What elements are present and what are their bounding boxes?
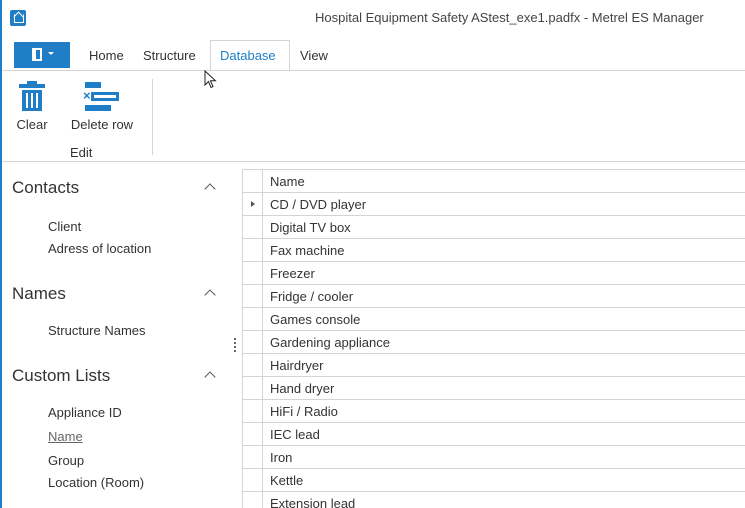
current-row-arrow-icon bbox=[251, 201, 255, 207]
chevron-up-icon[interactable] bbox=[204, 371, 216, 383]
chevron-up-icon[interactable] bbox=[204, 183, 216, 195]
row-selector[interactable] bbox=[243, 216, 263, 238]
trash-icon bbox=[19, 81, 45, 111]
table-row[interactable]: IEC lead bbox=[243, 423, 745, 446]
clear-button[interactable]: Clear bbox=[12, 81, 52, 132]
row-selector[interactable] bbox=[243, 446, 263, 468]
file-menu-button[interactable] bbox=[14, 42, 70, 68]
table-cell-name[interactable]: Hairdryer bbox=[270, 358, 323, 373]
table-row[interactable]: Iron bbox=[243, 446, 745, 469]
table-row[interactable]: HiFi / Radio bbox=[243, 400, 745, 423]
table-cell-name[interactable]: IEC lead bbox=[270, 427, 320, 442]
table-row[interactable]: Digital TV box bbox=[243, 216, 745, 239]
sidebar: Contacts Client Adress of location Names… bbox=[2, 163, 242, 508]
row-selector[interactable] bbox=[243, 262, 263, 284]
table-cell-name[interactable]: Freezer bbox=[270, 266, 315, 281]
row-selector[interactable] bbox=[243, 469, 263, 491]
app-home-icon[interactable] bbox=[10, 10, 26, 26]
grid-header-row: Name bbox=[243, 170, 745, 193]
table-row[interactable]: Kettle bbox=[243, 469, 745, 492]
column-header-name[interactable]: Name bbox=[270, 174, 305, 189]
sidebar-item-structure-names[interactable]: Structure Names bbox=[48, 323, 146, 338]
title-bar: Hospital Equipment Safety AStest_exe1.pa… bbox=[2, 0, 745, 36]
row-selector[interactable] bbox=[243, 492, 263, 508]
section-title-contacts[interactable]: Contacts bbox=[12, 178, 79, 198]
clear-button-label: Clear bbox=[16, 117, 48, 132]
table-row[interactable]: Freezer bbox=[243, 262, 745, 285]
app-window: Hospital Equipment Safety AStest_exe1.pa… bbox=[0, 0, 745, 508]
table-row[interactable]: Fridge / cooler bbox=[243, 285, 745, 308]
delete-row-button-label: Delete row bbox=[70, 117, 134, 132]
row-selector[interactable] bbox=[243, 423, 263, 445]
tab-home[interactable]: Home bbox=[89, 48, 124, 63]
row-selector[interactable] bbox=[243, 285, 263, 307]
table-cell-name[interactable]: Extension lead bbox=[270, 496, 355, 508]
table-row[interactable]: Hairdryer bbox=[243, 354, 745, 377]
ribbon-panel: Clear × Delete row Edit bbox=[2, 70, 745, 162]
sidebar-item-appliance-id[interactable]: Appliance ID bbox=[48, 405, 122, 420]
row-selector[interactable] bbox=[243, 354, 263, 376]
sidebar-item-name[interactable]: Name bbox=[48, 429, 83, 444]
chevron-down-icon bbox=[48, 52, 54, 55]
row-selector[interactable] bbox=[243, 377, 263, 399]
file-menu-icon bbox=[32, 48, 42, 61]
table-cell-name[interactable]: CD / DVD player bbox=[270, 197, 366, 212]
table-cell-name[interactable]: Hand dryer bbox=[270, 381, 334, 396]
sidebar-item-location-room[interactable]: Location (Room) bbox=[48, 475, 144, 490]
sidebar-item-client[interactable]: Client bbox=[48, 219, 81, 234]
section-title-custom-lists[interactable]: Custom Lists bbox=[12, 366, 110, 386]
row-selector[interactable] bbox=[243, 331, 263, 353]
row-selector[interactable] bbox=[243, 308, 263, 330]
mouse-cursor-icon bbox=[204, 70, 217, 89]
table-cell-name[interactable]: Games console bbox=[270, 312, 360, 327]
table-cell-name[interactable]: Iron bbox=[270, 450, 292, 465]
window-title: Hospital Equipment Safety AStest_exe1.pa… bbox=[315, 10, 704, 25]
chevron-up-icon[interactable] bbox=[204, 289, 216, 301]
delete-row-button[interactable]: × Delete row bbox=[58, 81, 146, 132]
ribbon-group-label: Edit bbox=[70, 145, 93, 160]
table-cell-name[interactable]: Gardening appliance bbox=[270, 335, 390, 350]
table-cell-name[interactable]: Digital TV box bbox=[270, 220, 351, 235]
tab-database[interactable]: Database bbox=[220, 48, 276, 63]
table-cell-name[interactable]: HiFi / Radio bbox=[270, 404, 338, 419]
tab-structure[interactable]: Structure bbox=[143, 48, 196, 63]
table-row[interactable]: Games console bbox=[243, 308, 745, 331]
table-cell-name[interactable]: Fax machine bbox=[270, 243, 344, 258]
table-cell-name[interactable]: Kettle bbox=[270, 473, 303, 488]
section-title-names[interactable]: Names bbox=[12, 284, 66, 304]
ribbon-tab-bar: Home Structure Database View bbox=[2, 40, 745, 71]
ribbon-group-separator bbox=[152, 79, 153, 155]
row-header-corner bbox=[243, 170, 263, 192]
sidebar-item-location-address[interactable]: Adress of location bbox=[48, 241, 151, 256]
table-row[interactable]: Fax machine bbox=[243, 239, 745, 262]
row-selector[interactable] bbox=[243, 193, 263, 215]
panel-splitter-handle[interactable] bbox=[234, 338, 237, 354]
delete-row-icon: × bbox=[83, 81, 119, 111]
row-selector[interactable] bbox=[243, 239, 263, 261]
table-row[interactable]: Hand dryer bbox=[243, 377, 745, 400]
tab-view[interactable]: View bbox=[300, 48, 328, 63]
table-row[interactable]: CD / DVD player bbox=[243, 193, 745, 216]
row-selector[interactable] bbox=[243, 400, 263, 422]
sidebar-item-group[interactable]: Group bbox=[48, 453, 84, 468]
table-cell-name[interactable]: Fridge / cooler bbox=[270, 289, 353, 304]
data-grid: Name CD / DVD player Digital TV box Fax ma… bbox=[242, 169, 745, 508]
table-row[interactable]: Extension lead bbox=[243, 492, 745, 508]
table-row[interactable]: Gardening appliance bbox=[243, 331, 745, 354]
